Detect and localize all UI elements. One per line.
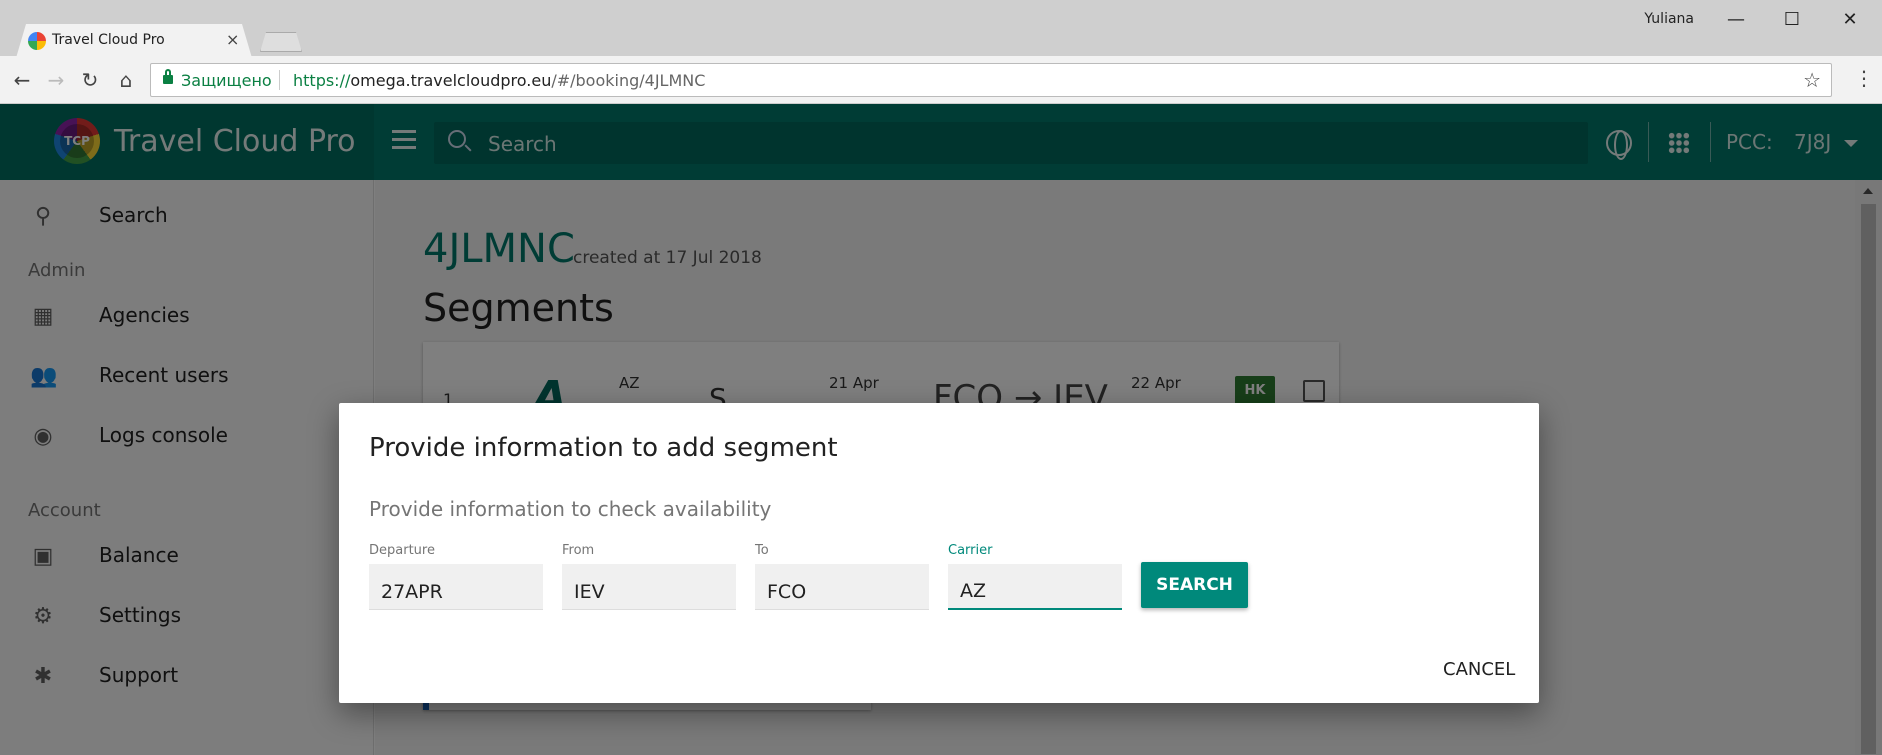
departure-label: Departure [369,543,435,558]
add-segment-dialog: Provide information to add segment Provi… [339,403,1539,703]
bookmark-star-icon[interactable]: ☆ [1803,68,1821,92]
cancel-button[interactable]: CANCEL [1443,659,1515,680]
carrier-label: Carrier [948,543,993,558]
departure-input[interactable] [369,564,543,610]
browser-toolbar: ← → ↻ ⌂ Защищено https://omega.travelclo… [0,56,1882,104]
dialog-title: Provide information to add segment [369,433,838,463]
url-host: omega.travelcloudpro.eu [350,71,552,90]
carrier-input[interactable] [948,564,1122,610]
tab-close-icon[interactable]: × [226,30,239,49]
back-icon[interactable]: ← [10,68,34,92]
profile-name[interactable]: Yuliana [1644,11,1694,27]
browser-tab[interactable]: Travel Cloud Pro × [16,24,252,58]
dialog-subtitle: Provide information to check availabilit… [369,497,772,521]
browser-menu-icon[interactable]: ⋮ [1854,66,1874,90]
from-label: From [562,543,595,558]
address-bar[interactable]: Защищено https://omega.travelcloudpro.eu… [150,63,1832,97]
minimize-button[interactable]: — [1716,6,1756,34]
home-icon[interactable]: ⌂ [114,68,138,92]
url-path: /#/booking/4JLMNC [551,71,706,90]
search-button[interactable]: SEARCH [1141,562,1248,608]
chrome-favicon-icon [28,32,46,50]
new-tab-button[interactable] [260,32,302,52]
browser-titlebar: Travel Cloud Pro × Yuliana — ☐ ✕ [0,0,1882,58]
reload-icon[interactable]: ↻ [78,68,102,92]
from-input[interactable] [562,564,736,610]
close-window-button[interactable]: ✕ [1830,6,1870,34]
lock-icon [163,69,173,84]
forward-icon[interactable]: → [44,68,68,92]
tab-title: Travel Cloud Pro [52,32,165,48]
to-input[interactable] [755,564,929,610]
maximize-button[interactable]: ☐ [1772,6,1812,34]
url-text[interactable]: https://omega.travelcloudpro.eu/#/bookin… [293,71,705,90]
url-protocol: https:// [293,71,351,90]
omnibox-separator [279,70,280,90]
secure-label: Защищено [181,71,272,90]
to-label: To [755,543,769,558]
